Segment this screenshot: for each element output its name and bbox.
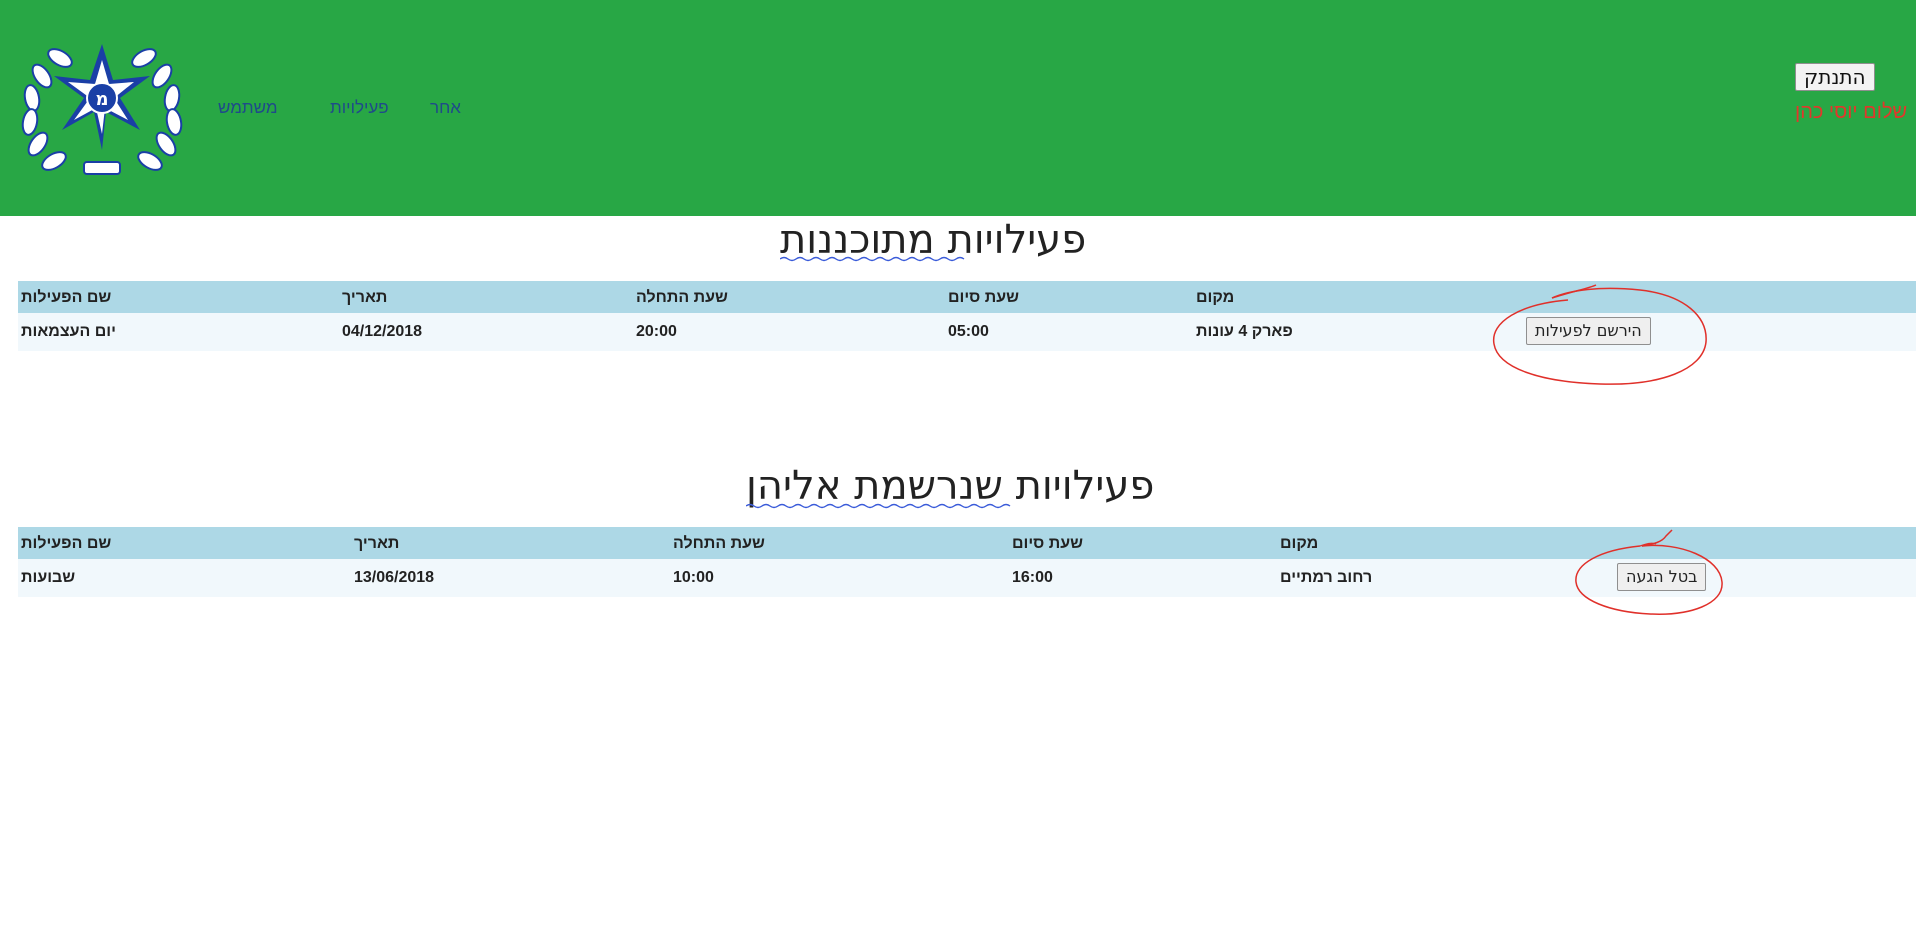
greeting-text: שלום יוסי כהן [1795,101,1908,123]
cell-date: 13/06/2018 [354,569,435,586]
nav-other[interactable]: אחר [430,97,461,119]
cell-name: יום העצמאות [21,323,116,340]
logout-button[interactable]: התנתק [1795,63,1875,91]
col-header-name: שם הפעילות [21,289,112,306]
cell-date: 04/12/2018 [342,323,423,340]
registered-table-header: שם הפעילות תאריך שעת התחלה שעת סיום מקום [18,527,1916,559]
spellcheck-underline [780,256,965,262]
planned-table-header: שם הפעילות תאריך שעת התחלה שעת סיום מקום [18,281,1916,313]
police-emblem-icon: מ [21,44,183,175]
svg-text:מ: מ [95,89,108,110]
nav-activities[interactable]: פעילויות [330,97,389,119]
cell-start: 20:00 [636,323,677,340]
col-header-start: שעת התחלה [636,289,728,306]
col-header-date: תאריך [342,289,388,306]
cell-end: 16:00 [1012,569,1053,586]
cancel-attendance-button[interactable]: בטל הגעה [1617,563,1707,591]
col-header-start: שעת התחלה [673,535,765,552]
cell-end: 05:00 [948,323,989,340]
col-header-location: מקום [1196,289,1235,306]
nav-user[interactable]: משתמש [218,97,278,119]
col-header-end: שעת סיום [948,289,1020,306]
col-header-date: תאריך [354,535,400,552]
cell-name: שבועות [21,569,76,586]
col-header-end: שעת סיום [1012,535,1084,552]
cell-location: פארק 4 עונות [1196,323,1293,340]
table-row: יום העצמאות 04/12/2018 20:00 05:00 פארק … [18,313,1916,351]
cell-start: 10:00 [673,569,714,586]
col-header-location: מקום [1280,535,1319,552]
cell-location: רחוב רמתיים [1280,569,1373,586]
spellcheck-underline [746,503,1011,509]
col-header-name: שם הפעילות [21,535,112,552]
table-row: שבועות 13/06/2018 10:00 16:00 רחוב רמתיי… [18,559,1916,597]
register-activity-button[interactable]: הירשם לפעילות [1526,317,1651,345]
header-bar: מ משתמש פעילויות אחר התנתק שלום יוסי כהן [0,0,1916,216]
